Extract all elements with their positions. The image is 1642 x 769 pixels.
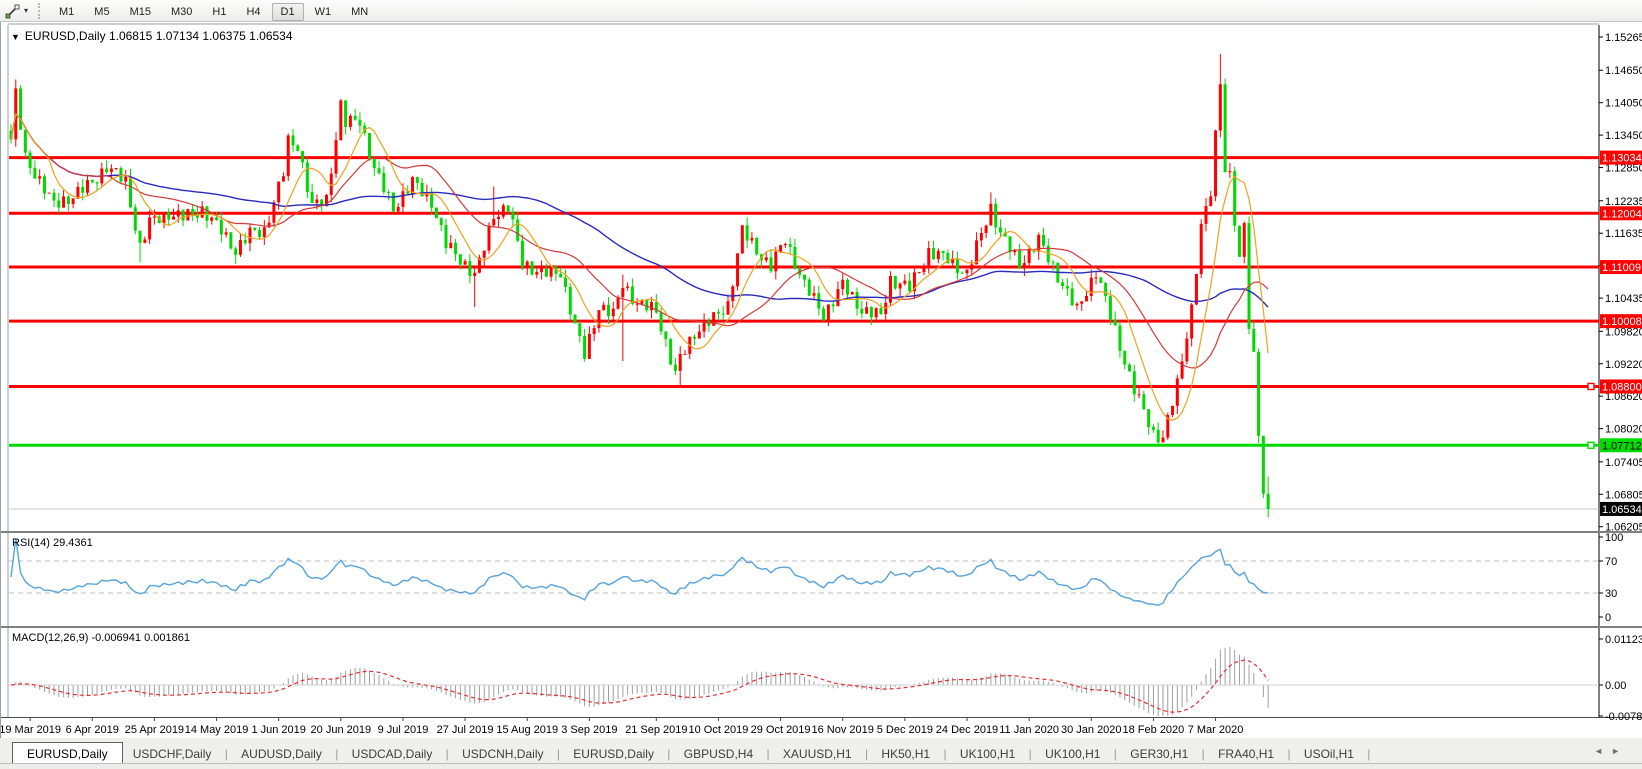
bar-close-value: 1.06534 [249,29,292,43]
tab-scroll-arrows[interactable]: ◄► [1594,746,1628,763]
timeframe-button-mn[interactable]: MN [342,3,377,21]
date-axis-label: 18 Feb 2020 [1123,724,1185,736]
chart-menu-arrow-icon[interactable]: ▼ [11,32,20,42]
line-drag-handle[interactable] [1588,383,1594,389]
timeframe-button-m15[interactable]: M15 [121,3,160,21]
chart-tab-bar: EURUSD,DailyUSDCHF,Daily | AUDUSD,Daily … [0,738,1642,763]
rsi-axis-tick: 100 [1605,532,1623,544]
date-axis-label: 5 Dec 2019 [877,724,933,736]
chart-symbol-period: EURUSD,Daily [25,29,106,43]
date-axis-label: 20 Jun 2019 [311,724,372,736]
line-drag-handle[interactable] [1588,442,1594,448]
rsi-axis-tick: 70 [1605,556,1617,568]
date-axis-label: 15 Aug 2019 [496,724,558,736]
bar-low-value: 1.06375 [202,29,245,43]
price-axis-tick: 1.14650 [1605,65,1642,77]
level-price-label-text: 1.08800 [1602,381,1642,393]
price-axis-tick: 1.12235 [1605,196,1642,208]
bar-open-value: 1.06815 [109,29,152,43]
level-price-label-text: 1.13034 [1602,153,1642,165]
rsi-indicator-label: RSI(14) 29.4361 [12,537,93,549]
date-axis-label: 1 Jun 2019 [251,724,305,736]
macd-axis-tick: 0.011232 [1605,634,1642,646]
price-axis-tick: 1.14050 [1605,98,1642,110]
price-axis-tick: 1.10435 [1605,293,1642,305]
current-price-label-text: 1.06534 [1602,504,1642,516]
price-axis-tick: 1.13450 [1605,130,1642,142]
level-price-label-text: 1.07712 [1602,440,1642,452]
date-axis-label: 6 Apr 2019 [66,724,119,736]
price-axis-tick: 1.11635 [1605,228,1642,240]
level-price-label-text: 1.11009 [1602,262,1641,274]
tab-scroll-left-icon[interactable]: ◄ [1594,746,1611,756]
price-axis-tick: 1.08020 [1605,424,1642,436]
status-bar [0,763,1642,769]
date-axis-label: 7 Mar 2020 [1188,724,1244,736]
mt4-terminal: ▾ M1M5M15M30H1H4D1W1MN 1.15265 1.14650 1.1… [0,0,1642,769]
price-axis-tick: 1.07405 [1605,457,1642,469]
rsi-axis-tick: 30 [1605,588,1617,600]
tab-scroll-right-icon[interactable]: ► [1611,746,1628,756]
timeframe-button-w1[interactable]: W1 [306,3,341,21]
tool-dropdown-caret-icon[interactable]: ▾ [24,6,28,15]
rsi-axis-tick: 0 [1605,612,1611,624]
level-price-label-text: 1.12004 [1602,208,1642,220]
timeframe-button-h1[interactable]: H1 [203,3,235,21]
date-axis-label: 30 Jan 2020 [1061,724,1122,736]
toolbar-grip [38,3,43,19]
timeframe-button-h4[interactable]: H4 [237,3,269,21]
date-axis-label: 21 Sep 2019 [625,724,687,736]
drawing-tool-icon[interactable] [3,2,23,20]
date-axis-label: 10 Oct 2019 [688,724,748,736]
timeframe-button-m1[interactable]: M1 [50,3,83,21]
date-axis-label: 16 Nov 2019 [812,724,874,736]
date-axis-label: 19 Mar 2019 [1,724,61,736]
price-axis-tick: 1.06805 [1605,489,1642,501]
date-axis-label: 25 Apr 2019 [125,724,184,736]
date-axis-label: 29 Oct 2019 [751,724,811,736]
chart-window: 1.152651.146501.140501.134501.128501.122… [0,22,1642,738]
macd-axis-tick: 0.00 [1605,680,1626,692]
price-axis-tick: 1.15265 [1605,32,1642,44]
bar-high-value: 1.07134 [156,29,199,43]
timeframe-button-m30[interactable]: M30 [162,3,201,21]
date-axis-label: 14 May 2019 [185,724,249,736]
chart-canvas[interactable]: 1.152651.146501.140501.134501.128501.122… [1,22,1642,738]
macd-indicator-label: MACD(12,26,9) -0.006941 0.001861 [12,632,190,644]
date-axis-label: 11 Jan 2020 [999,724,1059,736]
date-axis-label: 27 Jul 2019 [437,724,494,736]
date-axis-label: 3 Sep 2019 [561,724,617,736]
level-price-label-text: 1.10008 [1602,316,1642,328]
chart-title: ▼ EURUSD,Daily 1.06815 1.07134 1.06375 1.… [11,29,293,43]
macd-axis-tick: -0.007894 [1605,711,1642,723]
date-axis-label: 24 Dec 2019 [936,724,998,736]
price-axis-tick: 1.09220 [1605,359,1642,371]
date-axis-label: 9 Jul 2019 [378,724,429,736]
timeframe-button-m5[interactable]: M5 [85,3,118,21]
timeframe-toolbar: ▾ M1M5M15M30H1H4D1W1MN [0,0,1642,22]
timeframe-button-d1[interactable]: D1 [272,3,304,21]
